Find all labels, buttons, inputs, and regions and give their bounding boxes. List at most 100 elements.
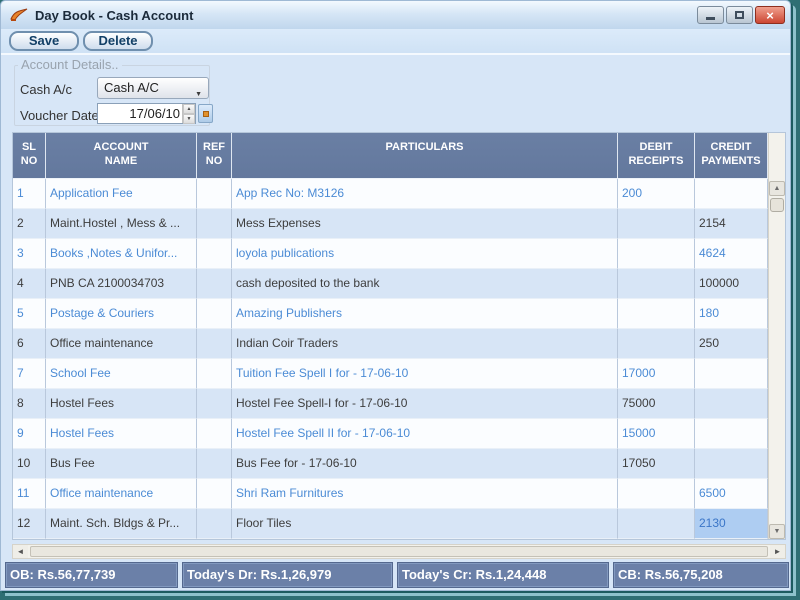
spinner-up-button[interactable]: ▲ — [183, 104, 195, 114]
voucher-date-field[interactable]: 17/06/10 ▲ ▼ — [97, 103, 196, 124]
voucher-date-value[interactable]: 17/06/10 — [98, 104, 182, 123]
cell-credit[interactable]: 180 — [695, 299, 768, 329]
cell-account[interactable]: Office maintenance — [46, 329, 197, 359]
table-row[interactable]: 6 Office maintenance Indian Coir Traders 25… — [13, 329, 768, 359]
vertical-scrollbar[interactable]: ▲ ▼ — [768, 133, 785, 539]
cell-account[interactable]: PNB CA 2100034703 — [46, 269, 197, 299]
table-row[interactable]: 3 Books ,Notes & Unifor... loyola publicat… — [13, 239, 768, 269]
cell-sl[interactable]: 4 — [13, 269, 46, 299]
vertical-scroll-track[interactable] — [769, 214, 785, 524]
cell-debit[interactable]: 17000 — [618, 359, 695, 389]
cell-ref[interactable] — [197, 359, 232, 389]
cell-debit[interactable]: 75000 — [618, 389, 695, 419]
cell-sl[interactable]: 12 — [13, 509, 46, 539]
scroll-right-icon[interactable]: ► — [770, 545, 785, 558]
cell-ref[interactable] — [197, 179, 232, 209]
cell-particulars[interactable]: App Rec No: M3126 — [232, 179, 618, 209]
cell-particulars[interactable]: Bus Fee for - 17-06-10 — [232, 449, 618, 479]
cell-sl[interactable]: 6 — [13, 329, 46, 359]
cell-credit[interactable]: 100000 — [695, 269, 768, 299]
cell-particulars[interactable]: Floor Tiles — [232, 509, 618, 539]
calendar-picker-button[interactable] — [198, 104, 213, 123]
cell-debit[interactable]: 15000 — [618, 419, 695, 449]
cell-particulars[interactable]: Amazing Publishers — [232, 299, 618, 329]
vertical-scroll-thumb[interactable] — [770, 198, 784, 212]
cell-sl[interactable]: 8 — [13, 389, 46, 419]
cell-debit[interactable]: 200 — [618, 179, 695, 209]
column-header-sl-no[interactable]: SL NO — [13, 133, 46, 179]
cell-debit[interactable] — [618, 299, 695, 329]
cell-sl[interactable]: 2 — [13, 209, 46, 239]
cell-credit[interactable]: 6500 — [695, 479, 768, 509]
cell-particulars[interactable]: loyola publications — [232, 239, 618, 269]
cell-ref[interactable] — [197, 509, 232, 539]
cell-account[interactable]: Maint.Hostel , Mess & ... — [46, 209, 197, 239]
cell-particulars[interactable]: Hostel Fee Spell-I for - 17-06-10 — [232, 389, 618, 419]
column-header-account-name[interactable]: ACCOUNT NAME — [46, 133, 197, 179]
table-row[interactable]: 5 Postage & Couriers Amazing Publishers 180 — [13, 299, 768, 329]
cell-account[interactable]: School Fee — [46, 359, 197, 389]
cell-particulars[interactable]: Mess Expenses — [232, 209, 618, 239]
cell-debit[interactable] — [618, 509, 695, 539]
spinner-down-button[interactable]: ▼ — [183, 114, 195, 124]
cash-account-dropdown[interactable]: Cash A/C ▼ — [97, 77, 209, 99]
cell-credit[interactable]: 250 — [695, 329, 768, 359]
cell-particulars[interactable]: Hostel Fee Spell II for - 17-06-10 — [232, 419, 618, 449]
cell-debit[interactable] — [618, 239, 695, 269]
cell-debit[interactable] — [618, 329, 695, 359]
minimize-button[interactable] — [697, 6, 724, 24]
cell-sl[interactable]: 9 — [13, 419, 46, 449]
cell-account[interactable]: Application Fee — [46, 179, 197, 209]
column-header-debit-receipts[interactable]: DEBIT RECEIPTS — [618, 133, 695, 179]
cell-account[interactable]: Hostel Fees — [46, 389, 197, 419]
cell-sl[interactable]: 7 — [13, 359, 46, 389]
close-button[interactable]: × — [755, 6, 785, 24]
cell-account[interactable]: Postage & Couriers — [46, 299, 197, 329]
cell-ref[interactable] — [197, 209, 232, 239]
cell-account[interactable]: Hostel Fees — [46, 419, 197, 449]
horizontal-scroll-thumb[interactable] — [30, 546, 768, 557]
table-row[interactable]: 4 PNB CA 2100034703 cash deposited to the … — [13, 269, 768, 299]
cell-account[interactable]: Maint. Sch. Bldgs & Pr... — [46, 509, 197, 539]
cell-ref[interactable] — [197, 299, 232, 329]
column-header-credit-payments[interactable]: CREDIT PAYMENTS — [695, 133, 768, 179]
cell-sl[interactable]: 5 — [13, 299, 46, 329]
cell-particulars[interactable]: cash deposited to the bank — [232, 269, 618, 299]
cell-particulars[interactable]: Tuition Fee Spell I for - 17-06-10 — [232, 359, 618, 389]
table-row[interactable]: 1 Application Fee App Rec No: M3126 200 — [13, 179, 768, 209]
cell-ref[interactable] — [197, 329, 232, 359]
cell-credit[interactable]: 2130 — [695, 509, 768, 539]
scroll-left-icon[interactable]: ◄ — [13, 545, 28, 558]
table-row[interactable]: 8 Hostel Fees Hostel Fee Spell-I for - 17-… — [13, 389, 768, 419]
cell-sl[interactable]: 11 — [13, 479, 46, 509]
maximize-button[interactable] — [726, 6, 753, 24]
cell-debit[interactable] — [618, 269, 695, 299]
scroll-down-icon[interactable]: ▼ — [769, 524, 785, 539]
cell-ref[interactable] — [197, 419, 232, 449]
app-icon[interactable] — [9, 7, 29, 23]
table-row[interactable]: 9 Hostel Fees Hostel Fee Spell II for - 17… — [13, 419, 768, 449]
cell-particulars[interactable]: Shri Ram Furnitures — [232, 479, 618, 509]
cell-ref[interactable] — [197, 449, 232, 479]
cell-debit[interactable] — [618, 209, 695, 239]
cell-sl[interactable]: 1 — [13, 179, 46, 209]
cell-account[interactable]: Bus Fee — [46, 449, 197, 479]
cell-credit[interactable] — [695, 389, 768, 419]
cell-debit[interactable]: 17050 — [618, 449, 695, 479]
table-row[interactable]: 12 Maint. Sch. Bldgs & Pr... Floor Tiles 21… — [13, 509, 768, 539]
cell-credit[interactable] — [695, 449, 768, 479]
cell-ref[interactable] — [197, 389, 232, 419]
cell-debit[interactable] — [618, 479, 695, 509]
cell-account[interactable]: Office maintenance — [46, 479, 197, 509]
scroll-up-icon[interactable]: ▲ — [769, 181, 785, 196]
table-row[interactable]: 10 Bus Fee Bus Fee for - 17-06-10 17050 — [13, 449, 768, 479]
cell-credit[interactable] — [695, 179, 768, 209]
save-button[interactable]: Save — [9, 31, 79, 51]
delete-button[interactable]: Delete — [83, 31, 153, 51]
table-row[interactable]: 11 Office maintenance Shri Ram Furnitures 6… — [13, 479, 768, 509]
cell-credit[interactable] — [695, 359, 768, 389]
cell-sl[interactable]: 10 — [13, 449, 46, 479]
table-row[interactable]: 2 Maint.Hostel , Mess & ... Mess Expenses 2… — [13, 209, 768, 239]
cell-ref[interactable] — [197, 479, 232, 509]
cell-account[interactable]: Books ,Notes & Unifor... — [46, 239, 197, 269]
